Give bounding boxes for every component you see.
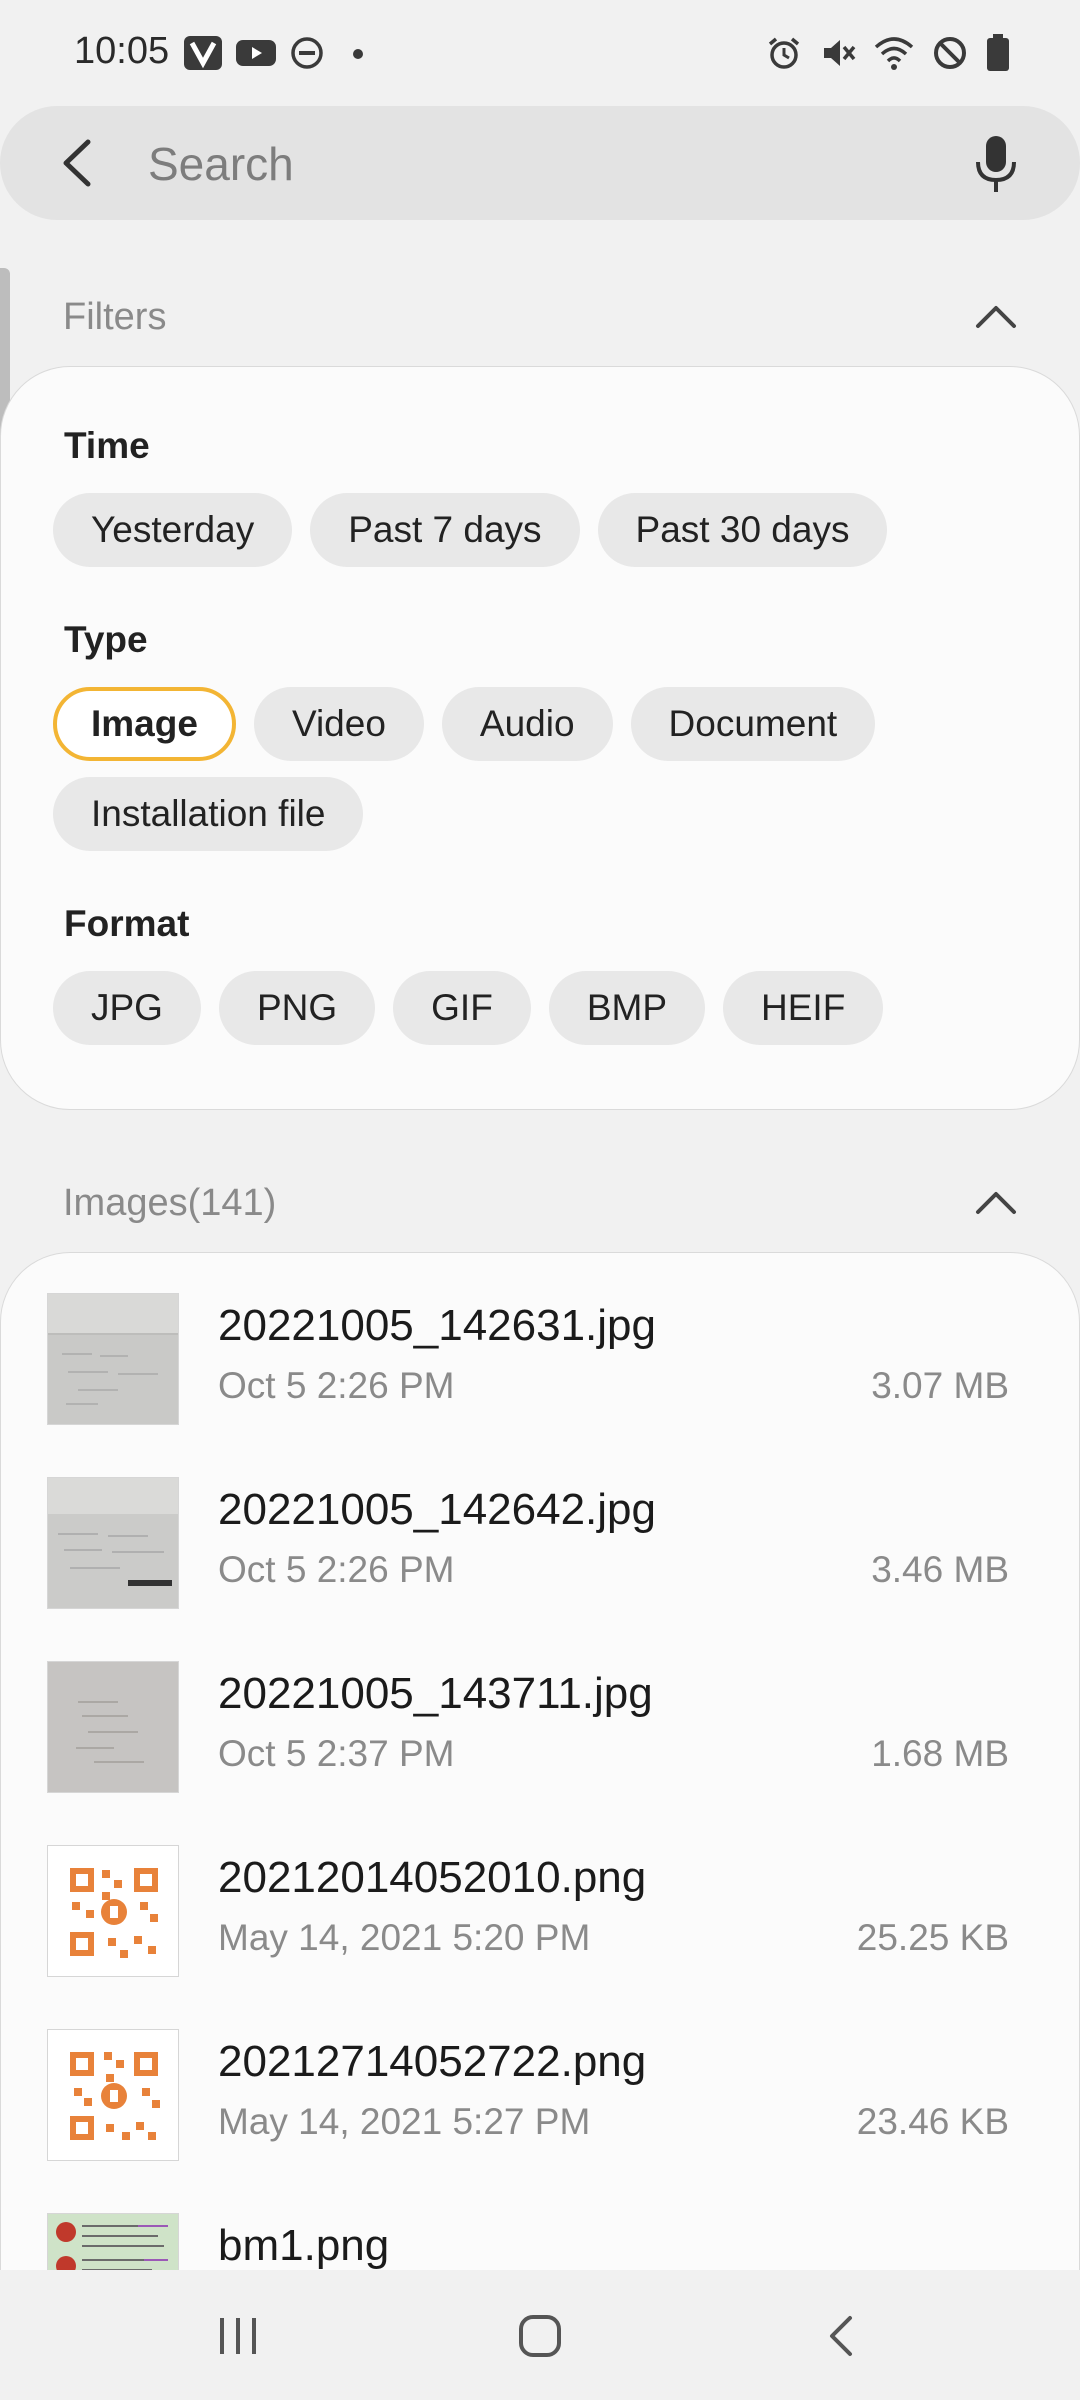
format-chip-row: JPG PNG GIF BMP HEIF: [53, 971, 884, 1045]
file-name: 20221005_143711.jpg: [218, 1669, 653, 1718]
chevron-up-icon[interactable]: [974, 1188, 1018, 1218]
chip-past-30-days[interactable]: Past 30 days: [597, 493, 888, 567]
time-chip-row: Yesterday Past 7 days Past 30 days: [53, 493, 888, 567]
file-name: 20212014052010.png: [218, 1853, 647, 1902]
dot-icon: [353, 49, 363, 59]
filter-time-label: Time: [64, 425, 150, 466]
chip-installation-file[interactable]: Installation file: [53, 777, 364, 851]
chip-yesterday[interactable]: Yesterday: [53, 493, 293, 567]
search-input[interactable]: [146, 128, 950, 200]
youtube-icon: [236, 40, 276, 66]
back-arrow-icon[interactable]: [52, 136, 106, 190]
file-date: May 14, 2021 5:27 PM: [218, 2101, 591, 2142]
search-bar: [0, 106, 1080, 220]
chip-past-7-days[interactable]: Past 7 days: [310, 493, 580, 567]
v-app-icon: [184, 36, 222, 70]
type-chip-row: Image Video Audio Document: [53, 687, 876, 761]
battery-icon: [987, 34, 1009, 71]
file-size: 3.07 MB: [871, 1365, 1009, 1406]
recent-apps-icon[interactable]: [216, 2314, 260, 2358]
do-not-disturb-icon: [291, 37, 323, 69]
whiteboard-thumbnail: [47, 1661, 179, 1793]
blocked-icon: [934, 37, 966, 69]
qr-code-thumbnail: [47, 1845, 179, 1977]
chip-gif[interactable]: GIF: [393, 971, 531, 1045]
status-time: 10:05: [74, 30, 170, 72]
images-header[interactable]: Images(141): [0, 1164, 1080, 1244]
filters-card: Time Yesterday Past 7 days Past 30 days …: [0, 366, 1080, 1110]
chip-jpg[interactable]: JPG: [53, 971, 201, 1045]
chip-video[interactable]: Video: [253, 687, 424, 761]
file-name: 20221005_142642.jpg: [218, 1485, 657, 1534]
file-row[interactable]: 20221005_142642.jpg Oct 5 2:26 PM 3.46 M…: [1, 1457, 1079, 1641]
file-row[interactable]: 20212714052722.png May 14, 2021 5:27 PM …: [1, 2009, 1079, 2193]
whiteboard-thumbnail: [47, 1293, 179, 1425]
file-row[interactable]: 20221005_142631.jpg Oct 5 2:26 PM 3.07 M…: [1, 1273, 1079, 1457]
type-chip-row-2: Installation file: [53, 777, 364, 851]
images-title: Images(141): [63, 1182, 277, 1224]
filter-type-label: Type: [64, 619, 148, 660]
file-date: Oct 5 2:26 PM: [218, 1549, 455, 1590]
navigation-bar: [0, 2270, 1080, 2400]
chip-png[interactable]: PNG: [218, 971, 376, 1045]
qr-code-thumbnail: [47, 2029, 179, 2161]
microphone-icon[interactable]: [970, 134, 1022, 194]
file-date: May 14, 2021 5:20 PM: [218, 1917, 591, 1958]
back-icon[interactable]: [820, 2314, 864, 2358]
whiteboard-thumbnail: [47, 1477, 179, 1609]
home-icon[interactable]: [518, 2314, 562, 2358]
filter-format-label: Format: [64, 903, 190, 944]
chevron-up-icon[interactable]: [974, 302, 1018, 332]
file-date: Oct 5 2:26 PM: [218, 1365, 455, 1406]
chip-heif[interactable]: HEIF: [723, 971, 884, 1045]
chip-bmp[interactable]: BMP: [548, 971, 706, 1045]
file-size: 3.46 MB: [871, 1549, 1009, 1590]
file-name: 20221005_142631.jpg: [218, 1301, 657, 1350]
filters-header[interactable]: Filters: [0, 278, 1080, 358]
file-size: 25.25 KB: [856, 1917, 1009, 1958]
file-row[interactable]: 20221005_143711.jpg Oct 5 2:37 PM 1.68 M…: [1, 1641, 1079, 1825]
images-card: 20221005_142631.jpg Oct 5 2:26 PM 3.07 M…: [0, 1252, 1080, 2312]
wifi-icon: [874, 37, 914, 70]
file-name: bm1.png: [218, 2221, 390, 2270]
file-date: Oct 5 2:37 PM: [218, 1733, 455, 1774]
status-bar: 10:05: [0, 0, 1080, 100]
file-row[interactable]: 20212014052010.png May 14, 2021 5:20 PM …: [1, 1825, 1079, 2009]
file-name: 20212714052722.png: [218, 2037, 647, 2086]
file-size: 23.46 KB: [856, 2101, 1009, 2142]
chip-audio[interactable]: Audio: [441, 687, 613, 761]
mute-icon: [824, 40, 856, 66]
chip-image[interactable]: Image: [53, 687, 236, 761]
alarm-icon: [768, 37, 800, 69]
file-size: 1.68 MB: [871, 1733, 1009, 1774]
chip-document[interactable]: Document: [630, 687, 876, 761]
filters-title: Filters: [63, 296, 167, 338]
